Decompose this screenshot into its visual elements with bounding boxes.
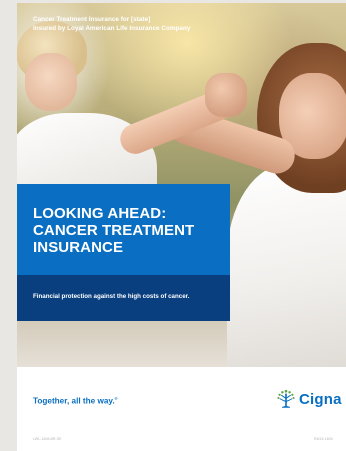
cover-header: Cancer Treatment Insurance for [state] I… <box>33 15 190 33</box>
title-line-3: INSURANCE <box>33 239 124 256</box>
tagline-text: Together, all the way. <box>33 396 115 406</box>
header-insurer-line: Insured by Loyal American Life Insurance… <box>33 25 191 32</box>
title-line-1: LOOKING AHEAD: <box>33 205 167 222</box>
title-panel: LOOKING AHEAD: CANCER TREATMENT INSURANC… <box>17 184 230 275</box>
cigna-logo: Cigna <box>276 389 342 409</box>
tree-of-life-icon <box>277 389 295 408</box>
subtitle-panel: Financial protection against the high co… <box>17 275 230 321</box>
brand-wordmark: Cigna <box>299 390 342 408</box>
page-subtitle: Financial protection against the high co… <box>33 293 190 300</box>
revision-code: R6/16 1605 <box>314 437 333 441</box>
tagline-registered-mark: ® <box>114 396 118 401</box>
brochure-cover: Cancer Treatment Insurance for [state] I… <box>17 3 346 451</box>
page-title: LOOKING AHEAD: CANCER TREATMENT INSURANC… <box>33 205 194 256</box>
photo-thumbs-up <box>205 73 247 117</box>
form-code: LWL-1608-BR-SE <box>33 437 62 441</box>
header-product-line: Cancer Treatment Insurance for [state] <box>33 16 151 23</box>
brand-tagline: Together, all the way.® <box>33 396 118 406</box>
photo-child-face <box>25 53 77 111</box>
title-line-2: CANCER TREATMENT <box>33 222 195 239</box>
photo-mother-shirt <box>227 163 346 367</box>
